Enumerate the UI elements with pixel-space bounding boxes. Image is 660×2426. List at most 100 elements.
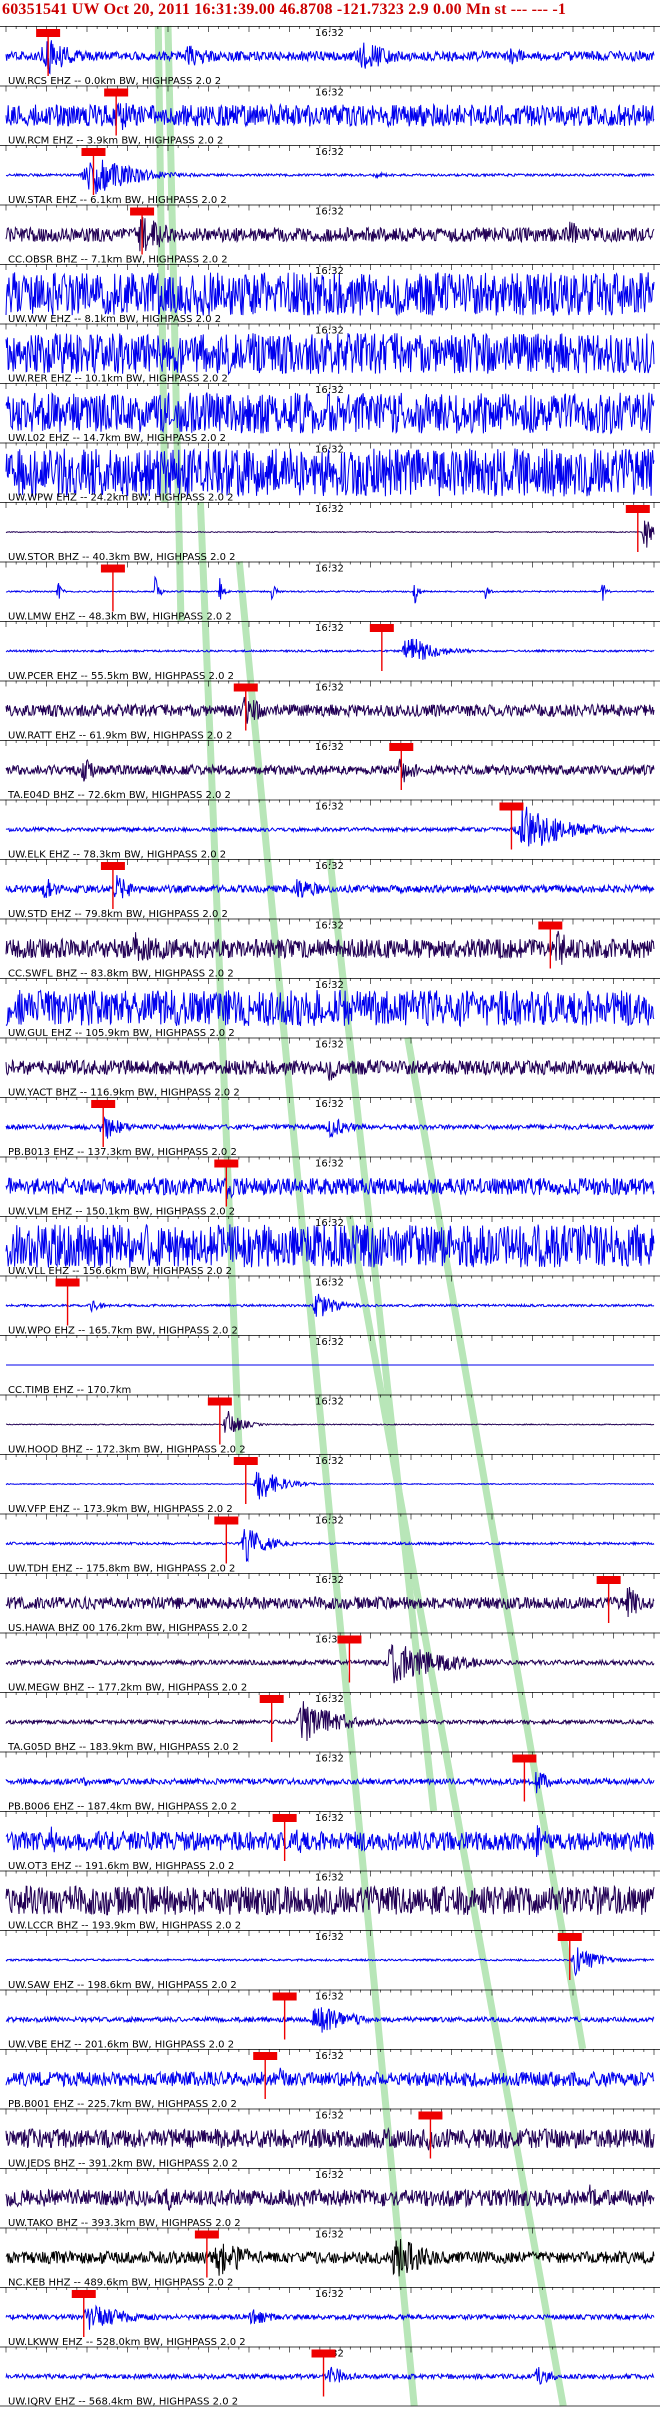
station-label: UW.STAR EHZ -- 6.1km BW, HIGHPASS 2.0 2	[8, 195, 227, 206]
station-label: PB.B013 EHZ -- 137.3km BW, HIGHPASS 2.0 …	[8, 1147, 237, 1158]
station-label: US.HAWA BHZ 00 176.2km BW, HIGHPASS 2.0 …	[8, 1623, 248, 1634]
station-label: TA.E04D BHZ -- 72.6km BW, HIGHPASS 2.0 2	[7, 790, 231, 801]
time-label: 16:32	[315, 445, 344, 456]
station-label: UW.WPW EHZ -- 24.2km BW, HIGHPASS 2.0 2	[8, 493, 234, 504]
station-label: UW.STD EHZ -- 79.8km BW, HIGHPASS 2.0 2	[8, 909, 228, 920]
trace-row: 16:32UW.L02 EHZ -- 14.7km BW, HIGHPASS 2…	[0, 383, 660, 444]
trace-row: 16:32 UW.RATT EHZ -- 61.9km BW, HIGHPASS …	[0, 680, 660, 742]
station-label: UW.TAKO BHZ -- 393.3km BW, HIGHPASS 2.0 …	[8, 2218, 241, 2229]
station-label: UW.LMW EHZ -- 48.3km BW, HIGHPASS 2.0 2	[8, 612, 232, 623]
time-label: 16:32	[315, 207, 344, 218]
station-label: UW.RATT EHZ -- 61.9km BW, HIGHPASS 2.0 2	[8, 731, 232, 742]
time-label: 16:32	[315, 802, 344, 813]
time-label: 16:32	[315, 564, 344, 575]
time-label: 16:32	[315, 980, 344, 991]
seismogram-plot: 16:32 UW.RCS EHZ -- 0.0km BW, HIGHPASS 2.…	[0, 25, 660, 2408]
waveform	[5, 575, 655, 604]
time-label: 16:32	[315, 1932, 344, 1943]
waveform	[5, 2067, 655, 2088]
time-label: 16:32	[315, 326, 344, 337]
waveform	[5, 930, 655, 965]
phase-band-5	[345, 1215, 567, 2407]
station-label: UW.RCM EHZ -- 3.9km BW, HIGHPASS 2.0 2	[8, 136, 223, 147]
waveform	[5, 159, 655, 195]
time-label: 16:32	[315, 1218, 344, 1229]
waveform	[5, 2238, 655, 2277]
time-label: 16:32	[315, 1516, 344, 1527]
time-label: 16:32	[315, 623, 344, 634]
time-label: 16:32	[315, 1873, 344, 1884]
station-label: UW.VLM EHZ -- 150.1km BW, HIGHPASS 2.0 2	[8, 1207, 235, 1218]
time-label: 16:32	[315, 2230, 344, 2241]
waveform	[5, 696, 655, 724]
station-label: UW.SAW EHZ -- 198.6km BW, HIGHPASS 2.0 2	[8, 1980, 237, 1991]
station-label: UW.LKWW EHZ -- 528.0km BW, HIGHPASS 2.0 …	[8, 2337, 246, 2348]
waveform	[5, 1701, 655, 1742]
time-label: 16:32	[315, 921, 344, 932]
station-label: UW.L02 EHZ -- 14.7km BW, HIGHPASS 2.0 2	[8, 433, 226, 444]
station-label: CC.SWFL BHZ -- 83.8km BW, HIGHPASS 2.0 2	[8, 969, 234, 980]
time-label: 16:32	[315, 2051, 344, 2062]
waveform	[5, 332, 655, 376]
station-label: UW.GUL EHZ -- 105.9km BW, HIGHPASS 2.0 2	[8, 1028, 235, 1039]
station-label: UW.LCCR BHZ -- 193.9km BW, HIGHPASS 2.0 …	[8, 1921, 241, 1932]
station-label: TA.G05D BHZ -- 183.9km BW, HIGHPASS 2.0 …	[7, 1742, 239, 1753]
station-label: UW.STOR BHZ -- 40.3km BW, HIGHPASS 2.0 2	[8, 552, 236, 563]
trace-row: 16:32 CC.SWFL BHZ -- 83.8km BW, HIGHPASS …	[0, 918, 660, 980]
trace-row: 16:32 UW.STAR EHZ -- 6.1km BW, HIGHPASS 2…	[0, 145, 660, 206]
trace-row: 16:32 UW.OT3 EHZ -- 191.6km BW, HIGHPASS …	[0, 1811, 660, 1872]
station-label: UW.VLL EHZ -- 156.6km BW, HIGHPASS 2.0 2	[8, 1266, 232, 1277]
waveform	[5, 1058, 655, 1081]
waveform	[5, 638, 655, 660]
station-label: NC.KEB HHZ -- 489.6km BW, HIGHPASS 2.0 2	[8, 2278, 233, 2289]
trace-row: 16:32 NC.KEB HHZ -- 489.6km BW, HIGHPASS …	[0, 2227, 660, 2289]
time-label: 16:32	[315, 1159, 344, 1170]
trace-row: 16:32 UW.WPO EHZ -- 165.7km BW, HIGHPASS …	[0, 1275, 660, 1337]
trace-row: 16:32 UW.YACT BHZ -- 116.9km BW, HIGHPASS…	[0, 1037, 660, 1099]
time-label: 16:32	[315, 1813, 344, 1824]
waveform	[5, 2304, 655, 2330]
time-label: 16:32	[315, 861, 344, 872]
trace-row: 16:32 UW.VLM EHZ -- 150.1km BW, HIGHPASS …	[0, 1156, 660, 1218]
station-label: UW.WW EHZ -- 8.1km BW, HIGHPASS 2.0 2	[8, 314, 221, 325]
time-label: 16:32	[315, 28, 344, 39]
trace-row: 16:32UW.MEGW BHZ -- 177.2km BW, HIGHPASS…	[0, 1632, 660, 1694]
station-label: UW.RCS EHZ -- 0.0km BW, HIGHPASS 2.0 2	[8, 76, 221, 87]
waveform	[5, 102, 655, 131]
trace-row: 16:32 UW.GUL EHZ -- 105.9km BW, HIGHPASS …	[0, 978, 660, 1039]
trace-row: 16:32 UW.RCS EHZ -- 0.0km BW, HIGHPASS 2.…	[0, 26, 660, 87]
time-label: 16:32	[315, 504, 344, 515]
trace-row: 16:32UW.WW EHZ -- 8.1km BW, HIGHPASS 2.0…	[0, 264, 660, 325]
trace-row: 16:32 UW.JEDS BHZ -- 391.2km BW, HIGHPASS…	[0, 2108, 660, 2170]
waveform	[5, 40, 655, 75]
station-label: UW.JEDS BHZ -- 391.2km BW, HIGHPASS 2.0 …	[8, 2159, 238, 2170]
time-label: 16:32	[315, 1099, 344, 1110]
trace-row: 16:32 CC.TIMB EHZ -- 170.7km	[0, 1335, 660, 1396]
trace-row: 16:32 UW.PCER EHZ -- 55.5km BW, HIGHPASS …	[0, 621, 660, 682]
waveform	[5, 2007, 655, 2033]
time-label: 16:32	[315, 2170, 344, 2181]
trace-group: 16:32 UW.RCS EHZ -- 0.0km BW, HIGHPASS 2.…	[0, 26, 660, 2408]
station-label: UW.YACT BHZ -- 116.9km BW, HIGHPASS 2.0 …	[8, 1088, 240, 1099]
waveform	[5, 1223, 655, 1268]
time-label: 16:32	[315, 1754, 344, 1765]
waveform	[5, 989, 655, 1028]
station-label: UW.HOOD BHZ -- 172.3km BW, HIGHPASS 2.0 …	[8, 1445, 246, 1456]
trace-row: 16:32 UW.RCM EHZ -- 3.9km BW, HIGHPASS 2.…	[0, 85, 660, 147]
time-label: 16:32	[315, 1992, 344, 2003]
waveform	[5, 272, 655, 317]
time-label: 16:32	[315, 2289, 344, 2300]
trace-row: 16:32 UW.ELK EHZ -- 78.3km BW, HIGHPASS 2…	[0, 799, 660, 861]
station-label: UW.ELK EHZ -- 78.3km BW, HIGHPASS 2.0 2	[8, 850, 226, 861]
waveform	[5, 391, 655, 435]
waveform	[5, 758, 655, 783]
trace-row: 16:32 UW.VLL EHZ -- 156.6km BW, HIGHPASS …	[0, 1216, 660, 1277]
trace-row: 16:32 UW.STOR BHZ -- 40.3km BW, HIGHPASS …	[0, 502, 660, 563]
time-label: 16:32	[315, 1694, 344, 1705]
station-label: UW.OT3 EHZ -- 191.6km BW, HIGHPASS 2.0 2	[8, 1861, 234, 1872]
trace-row: 16:32 UW.LMW EHZ -- 48.3km BW, HIGHPASS 2…	[0, 561, 660, 623]
station-label: CC.TIMB EHZ -- 170.7km	[8, 1385, 131, 1396]
trace-row: 16:32 UW.RER EHZ -- 10.1km BW, HIGHPASS 2…	[0, 323, 660, 385]
trace-row: 16:32 UW.HOOD BHZ -- 172.3km BW, HIGHPASS…	[0, 1394, 660, 1456]
trace-row: 16:32 PB.B001 EHZ -- 225.7km BW, HIGHPASS…	[0, 2049, 660, 2110]
